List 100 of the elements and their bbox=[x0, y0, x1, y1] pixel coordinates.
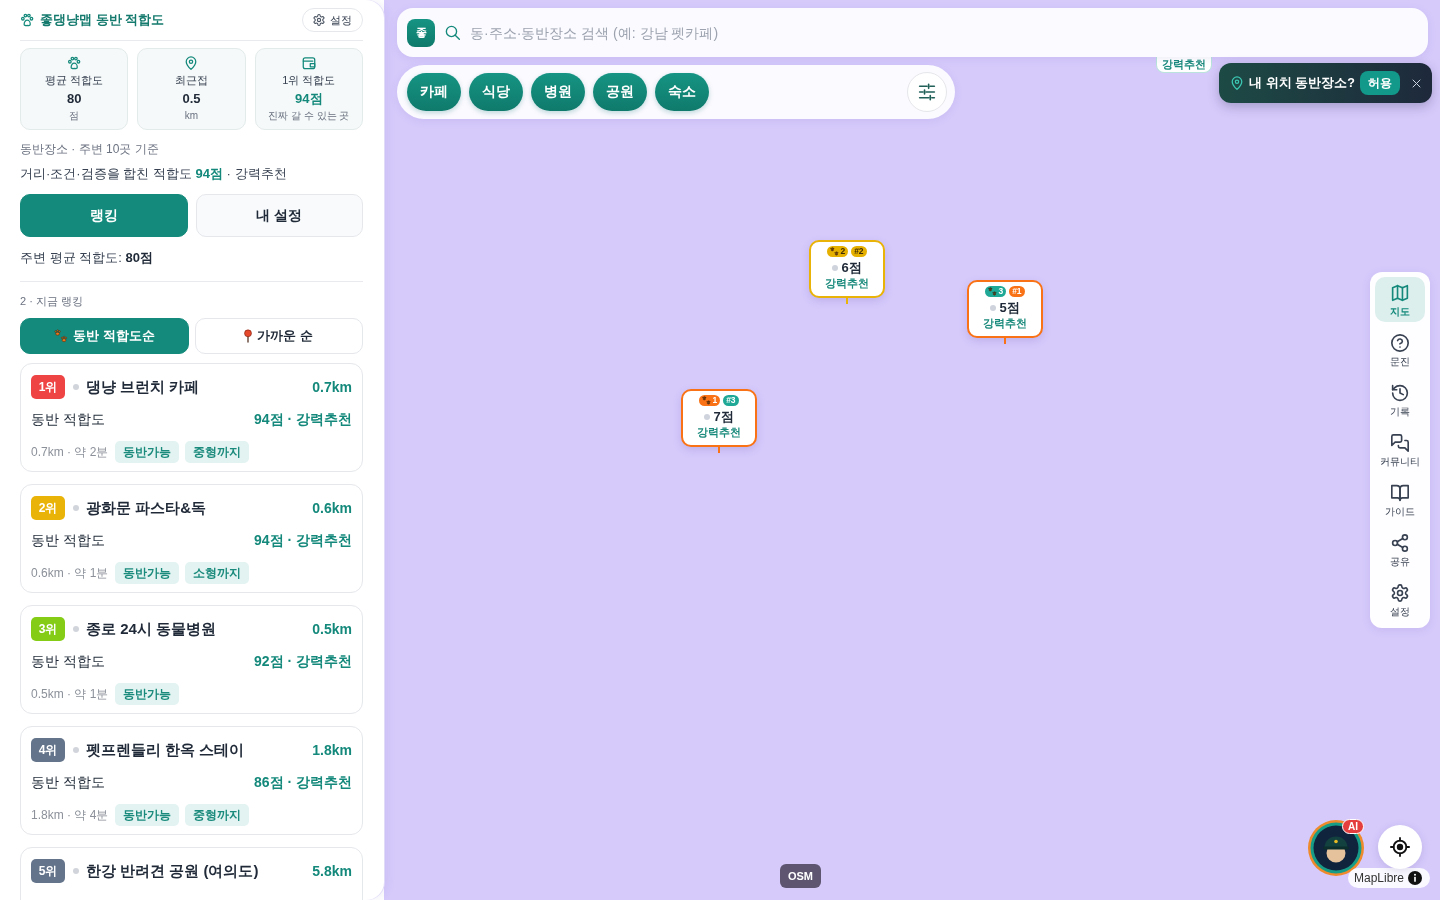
allow-button[interactable]: 허용 bbox=[1360, 71, 1400, 95]
dot-icon bbox=[832, 265, 839, 271]
nav-item[interactable]: 커뮤니티 bbox=[1375, 427, 1425, 472]
sliders-icon bbox=[918, 83, 936, 101]
sort-tab[interactable]: 가까운 순 bbox=[194, 318, 363, 354]
place-card[interactable]: 1위 댕냥 브런치 카페 0.7km 동반 적합도 94점 · 강력추천 0.7km · 약 2분 동반가능 중형까지 bbox=[20, 363, 363, 472]
view-tab[interactable]: 랭킹 bbox=[20, 194, 188, 237]
filter-button[interactable] bbox=[907, 72, 947, 112]
attribution-link[interactable]: MapLibre bbox=[1354, 871, 1405, 885]
category-chip[interactable]: 숙소 bbox=[655, 73, 709, 111]
map-marker[interactable]: 2 #2 6점 강력추천 bbox=[809, 240, 885, 298]
dot-icon bbox=[73, 505, 79, 511]
place-score: 86점 · 강력추천 bbox=[254, 774, 352, 792]
stat-unit: 진짜 갈 수 있는 곳 bbox=[268, 109, 350, 122]
rank-badge: 3위 bbox=[31, 617, 65, 641]
rank-badge: 4위 bbox=[31, 738, 65, 762]
nav-item[interactable]: 문진 bbox=[1375, 327, 1425, 372]
view-tab[interactable]: 내 설정 bbox=[195, 194, 363, 237]
chat-icon bbox=[1391, 434, 1409, 452]
basis-text: 동반장소 · 주변 10곳 기준 bbox=[20, 141, 160, 157]
pin-icon bbox=[1230, 76, 1245, 90]
nav-item[interactable]: 지도 bbox=[1375, 277, 1425, 322]
place-meta: 1.8km · 약 4분 bbox=[31, 806, 109, 824]
stat-unit: km bbox=[184, 109, 199, 122]
paw-count: 1 bbox=[712, 395, 718, 406]
help-icon bbox=[1391, 334, 1409, 352]
rank-badge: 2위 bbox=[31, 496, 65, 520]
stat-label: 평균 적합도 bbox=[45, 73, 104, 87]
marker-score: 7점 bbox=[713, 408, 734, 426]
search-icon bbox=[445, 25, 460, 40]
category-chip[interactable]: 식당 bbox=[469, 73, 523, 111]
marker-label: 강력추천 bbox=[1162, 57, 1206, 71]
rank-badge: #2 bbox=[851, 246, 867, 257]
book-icon bbox=[1391, 484, 1409, 502]
pin-icon bbox=[184, 56, 199, 70]
place-distance: 1.8km bbox=[312, 742, 352, 758]
map-marker[interactable]: 1 #3 7점 강력추천 bbox=[681, 389, 757, 447]
wallet-icon bbox=[301, 56, 316, 70]
place-score: 94점 · 강력추천 bbox=[254, 532, 352, 550]
feature-tag: 동반가능 bbox=[115, 683, 180, 705]
info-icon[interactable] bbox=[1408, 871, 1423, 885]
category-chip[interactable]: 공원 bbox=[593, 73, 647, 111]
rank-badge: #3 bbox=[723, 395, 739, 406]
app-logo: 좋 bbox=[407, 18, 435, 47]
place-name: 댕냥 브런치 카페 bbox=[86, 377, 200, 397]
paw-prints-icon bbox=[988, 287, 998, 296]
stat-unit: 점 bbox=[69, 109, 80, 122]
crosshair-icon bbox=[1390, 837, 1410, 857]
dot-icon bbox=[990, 305, 997, 311]
place-card[interactable]: 5위 한강 반려견 공원 (여의도) 5.8km bbox=[20, 847, 363, 900]
close-button[interactable] bbox=[1410, 77, 1422, 89]
locate-button[interactable] bbox=[1378, 825, 1422, 869]
summary-text: 거리·조건·검증을 합친 적합도 94점 · 강력추천 bbox=[20, 165, 288, 183]
dot-icon bbox=[73, 868, 79, 874]
map-marker[interactable]: 3 #1 5점 강력추천 bbox=[967, 280, 1043, 338]
dot-icon bbox=[73, 384, 79, 390]
app-title: 좋댕냥맵 동반 적합도 bbox=[40, 11, 165, 29]
search-field[interactable]: 동·주소·동반장소 검색 (예: 강남 펫카페) bbox=[470, 17, 1428, 48]
place-distance: 0.5km bbox=[312, 621, 352, 637]
search-bar[interactable]: 좋 동·주소·동반장소 검색 (예: 강남 펫카페) bbox=[397, 8, 1428, 57]
map-icon bbox=[1391, 284, 1409, 302]
feature-tag: 동반가능 bbox=[115, 804, 180, 826]
place-meta: 0.6km · 약 1분 bbox=[31, 564, 109, 582]
nav-item[interactable]: 기록 bbox=[1375, 377, 1425, 422]
place-distance: 0.7km bbox=[312, 379, 352, 395]
place-name: 종로 24시 동물병원 bbox=[86, 619, 217, 639]
nav-item[interactable]: 가이드 bbox=[1375, 477, 1425, 522]
dot-icon bbox=[73, 626, 79, 632]
score-label: 동반 적합도 bbox=[31, 774, 105, 792]
score-label: 동반 적합도 bbox=[31, 532, 105, 550]
marker-score: 6점 bbox=[841, 259, 862, 277]
category-chip[interactable]: 병원 bbox=[531, 73, 585, 111]
feature-tag: 중형까지 bbox=[185, 441, 250, 463]
feature-tag: 동반가능 bbox=[115, 441, 180, 463]
map-area[interactable]: 강력추천 2 #2 6점 강력추천 3 #1 5점 강력추천 1 #3 7점 강력추천 좋 동·주소·동반장소 검색 (예: 강남 펫카페) 카페 식당 병원 공원 숙소 내 위치 동반장소? 허용 지도 문진 기록 커뮤니티 가이드 공유 설정 OSM AI MapLibre bbox=[384, 0, 1440, 900]
stat-value: 0.5 bbox=[182, 90, 201, 108]
stat-label: 1위 적합도 bbox=[282, 73, 336, 87]
average-score-text: 주변 평균 적합도: 80점 bbox=[20, 250, 154, 266]
paw-icon bbox=[20, 13, 34, 27]
dot-icon bbox=[73, 747, 79, 753]
stat-label: 최근접 bbox=[175, 73, 208, 87]
ranking-heading: 2 · 지금 랭킹 bbox=[20, 294, 84, 308]
stat-value: 80 bbox=[66, 90, 82, 108]
pushpin-icon bbox=[244, 329, 253, 343]
place-distance: 0.6km bbox=[312, 500, 352, 516]
score-label: 동반 적합도 bbox=[31, 653, 105, 671]
place-card[interactable]: 3위 종로 24시 동물병원 0.5km 동반 적합도 92점 · 강력추천 0.5km · 약 1분 동반가능 bbox=[20, 605, 363, 714]
settings-button[interactable]: 설정 bbox=[302, 8, 363, 32]
sort-tab[interactable]: 동반 적합도순 bbox=[20, 318, 189, 354]
map-marker[interactable]: 강력추천 bbox=[1156, 57, 1212, 73]
category-chip[interactable]: 카페 bbox=[407, 73, 461, 111]
place-card[interactable]: 4위 펫프렌들리 한옥 스테이 1.8km 동반 적합도 86점 · 강력추천 1.8km · 약 4분 동반가능 중형까지 bbox=[20, 726, 363, 835]
score-label: 동반 적합도 bbox=[31, 411, 105, 429]
marker-label: 강력추천 bbox=[983, 316, 1027, 330]
tile-source-button[interactable]: OSM bbox=[780, 864, 821, 888]
nav-item[interactable]: 공유 bbox=[1375, 527, 1425, 572]
dot-icon bbox=[704, 414, 711, 420]
place-name: 한강 반려견 공원 (여의도) bbox=[86, 861, 259, 881]
place-card[interactable]: 2위 광화문 파스타&독 0.6km 동반 적합도 94점 · 강력추천 0.6km · 약 1분 동반가능 소형까지 bbox=[20, 484, 363, 593]
nav-item[interactable]: 설정 bbox=[1375, 577, 1425, 622]
